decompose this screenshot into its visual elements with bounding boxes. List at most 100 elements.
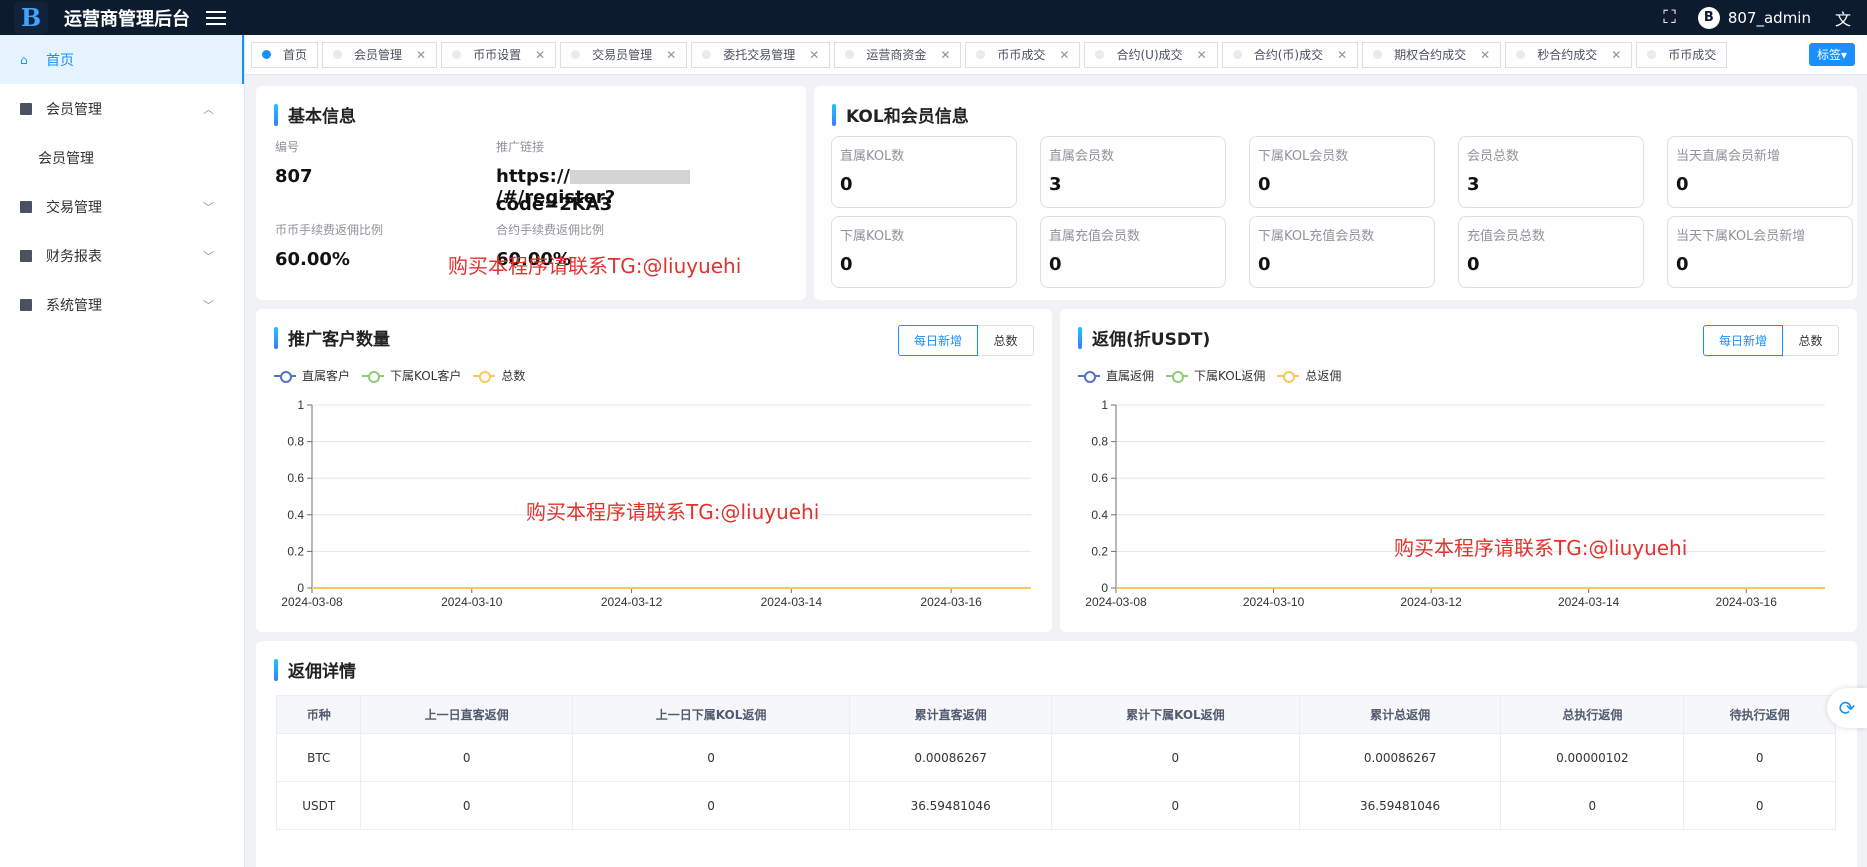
y-tick-label: 0 xyxy=(1101,581,1108,595)
close-icon[interactable]: ✕ xyxy=(1337,48,1347,62)
table-cell: 0.00086267 xyxy=(849,733,1053,782)
table-cell: 36.59481046 xyxy=(1298,781,1502,830)
stat-value: 0 xyxy=(1467,254,1480,275)
y-tick-label: 0.2 xyxy=(1091,544,1108,558)
close-icon[interactable]: ✕ xyxy=(809,48,819,62)
tab-label: 首页 xyxy=(283,48,308,62)
tab-coin-settings[interactable]: 币币设置 ✕ xyxy=(441,41,557,68)
contract-fee-label: 合约手续费返佣比例 xyxy=(496,223,605,237)
floating-support-icon[interactable]: ⟳ xyxy=(1827,688,1867,728)
rebate-detail-table: 币种 上一日直客返佣 上一日下属KOL返佣 累计直客返佣 累计下属KOL返佣 累计总返佣总… xyxy=(275,695,1836,830)
close-icon[interactable]: ✕ xyxy=(940,48,950,62)
y-tick-label: 0.8 xyxy=(1091,435,1108,449)
status-dot xyxy=(1647,50,1657,59)
promo-chart-card: 推广客户数量 每日新增 总数 直属客户 下属KOL客户 总数 0 0.2 0.4 0.… xyxy=(256,309,1052,632)
x-tick-label: 2024-03-10 xyxy=(441,595,503,609)
sidebar-item-system[interactable]: 系统管理 ﹀ xyxy=(0,280,244,329)
rebate-line-chart[interactable]: 0 0.2 0.4 0.6 0.8 1 2024-03-08 2024-03-10 2024-0… xyxy=(1060,309,1857,632)
table-cell: 36.59481046 xyxy=(849,781,1053,830)
column-header: 累计下属KOL返佣 xyxy=(1051,695,1300,734)
table-cell: USDT xyxy=(275,781,362,830)
tab-label: 合约(U)成交 xyxy=(1116,48,1183,62)
y-tick-label: 0.2 xyxy=(287,544,304,558)
table-cell: BTC xyxy=(275,733,362,782)
tab-operator-funds[interactable]: 运营商资金 ✕ xyxy=(834,41,962,68)
tab-orders[interactable]: 委托交易管理 ✕ xyxy=(691,41,831,68)
table-row: BTC 0 0 0.00086267 0 0.00086267 0.00000102 0 xyxy=(275,733,1836,782)
column-header: 币种 xyxy=(275,695,362,734)
sidebar-item-trading[interactable]: 交易管理 ﹀ xyxy=(0,182,244,231)
column-header: 上一日直客返佣 xyxy=(360,695,573,734)
tab-members[interactable]: 会员管理 ✕ xyxy=(322,41,438,68)
status-dot xyxy=(1516,50,1526,59)
kol-member-card: KOL和会员信息 直属KOL数 0 直属会员数 3 下属KOL会员数 0 会员总数 3 … xyxy=(814,86,1857,300)
tab-contract-coin-deals[interactable]: 合约(币)成交 ✕ xyxy=(1221,41,1359,68)
sidebar-item-finance[interactable]: 财务报表 ﹀ xyxy=(0,231,244,280)
sidebar-item-label: 首页 xyxy=(46,52,74,69)
link-label: 推广链接 xyxy=(496,140,545,154)
table-cell: 0 xyxy=(1051,781,1300,830)
stat-label: 下属KOL数 xyxy=(840,229,905,244)
table-cell: 0.00086267 xyxy=(1298,733,1502,782)
status-dot xyxy=(1095,50,1105,59)
tabs-bar: 首页 会员管理 ✕ 币币设置 ✕ 交易员管理 ✕ 委托交易管理 ✕ 运营商资金 ✕ 币币成… xyxy=(245,35,1867,75)
tab-coin-deals[interactable]: 币币成交 ✕ xyxy=(965,41,1081,68)
tab-label: 期权合约成交 xyxy=(1394,48,1467,62)
status-dot xyxy=(976,50,986,59)
tab-second-contract-deals[interactable]: 秒合约成交 ✕ xyxy=(1505,41,1633,68)
kol-stat-box: 下属KOL充值会员数 0 xyxy=(1249,216,1435,288)
kol-stat-box: 充值会员总数 0 xyxy=(1458,216,1644,288)
stat-value: 0 xyxy=(1676,254,1689,275)
tab-label: 会员管理 xyxy=(354,48,403,62)
avatar[interactable]: B xyxy=(1697,6,1720,29)
app-logo[interactable]: B xyxy=(14,1,48,34)
status-dot xyxy=(702,50,712,59)
tab-contract-u-deals[interactable]: 合约(U)成交 ✕ xyxy=(1084,41,1218,68)
sidebar-item-home[interactable]: ⌂ 首页 xyxy=(0,35,244,84)
sidebar-item-members[interactable]: 会员管理 ︿ xyxy=(0,84,244,133)
tags-dropdown-button[interactable]: 标签 ▾ xyxy=(1808,43,1855,66)
tab-traders[interactable]: 交易员管理 ✕ xyxy=(560,41,688,68)
x-tick-label: 2024-03-12 xyxy=(1400,595,1462,609)
kol-stat-box: 直属KOL数 0 xyxy=(831,136,1017,208)
x-tick-label: 2024-03-14 xyxy=(1558,595,1620,609)
home-icon: ⌂ xyxy=(20,52,28,67)
stat-label: 充值会员总数 xyxy=(1467,229,1546,244)
coin-fee-value: 60.00% xyxy=(275,249,350,270)
card-title: 返佣详情 xyxy=(274,657,356,682)
stat-value: 3 xyxy=(1467,174,1480,195)
link-prefix: https:// xyxy=(496,166,570,187)
close-icon[interactable]: ✕ xyxy=(1611,48,1621,62)
status-dot xyxy=(262,50,271,59)
kol-stat-box: 当天下属KOL会员新增 0 xyxy=(1667,216,1853,288)
column-header: 累计直客返佣 xyxy=(849,695,1053,734)
tab-options-deals[interactable]: 期权合约成交 ✕ xyxy=(1362,41,1502,68)
status-dot xyxy=(333,50,343,59)
link-code: code=2KA3 xyxy=(496,194,613,215)
close-icon[interactable]: ✕ xyxy=(416,48,426,62)
grid-icon xyxy=(20,200,32,213)
watermark: 购买本程序请联系TG:@liuyuehi xyxy=(1394,536,1688,560)
close-icon[interactable]: ✕ xyxy=(535,48,545,62)
tab-coin-deals-2[interactable]: 币币成交 xyxy=(1636,41,1728,68)
tab-label: 币币成交 xyxy=(997,48,1046,62)
chevron-down-icon: ﹀ xyxy=(203,249,214,263)
username[interactable]: 807_admin xyxy=(1728,9,1811,27)
sidebar-subitem-members[interactable]: 会员管理 xyxy=(0,133,244,182)
tab-label: 交易员管理 xyxy=(592,48,653,62)
menu-toggle-icon[interactable] xyxy=(206,10,226,25)
close-icon[interactable]: ✕ xyxy=(1059,48,1069,62)
promo-line-chart[interactable]: 0 0.2 0.4 0.6 0.8 1 2024-03-08 2024-03-10 2024-0… xyxy=(256,309,1052,632)
tab-home[interactable]: 首页 xyxy=(251,41,319,68)
language-icon[interactable]: 文 xyxy=(1835,6,1851,30)
close-icon[interactable]: ✕ xyxy=(666,48,676,62)
close-icon[interactable]: ✕ xyxy=(1197,48,1207,62)
sidebar-item-label: 会员管理 xyxy=(46,101,102,118)
y-tick-label: 1 xyxy=(297,398,304,412)
fullscreen-icon[interactable]: ⛶ xyxy=(1663,7,1676,28)
close-icon[interactable]: ✕ xyxy=(1480,48,1490,62)
tab-label: 币币成交 xyxy=(1668,48,1717,62)
stat-value: 0 xyxy=(1258,174,1271,195)
stat-label: 下属KOL充值会员数 xyxy=(1258,229,1375,244)
y-tick-label: 1 xyxy=(1101,398,1108,412)
